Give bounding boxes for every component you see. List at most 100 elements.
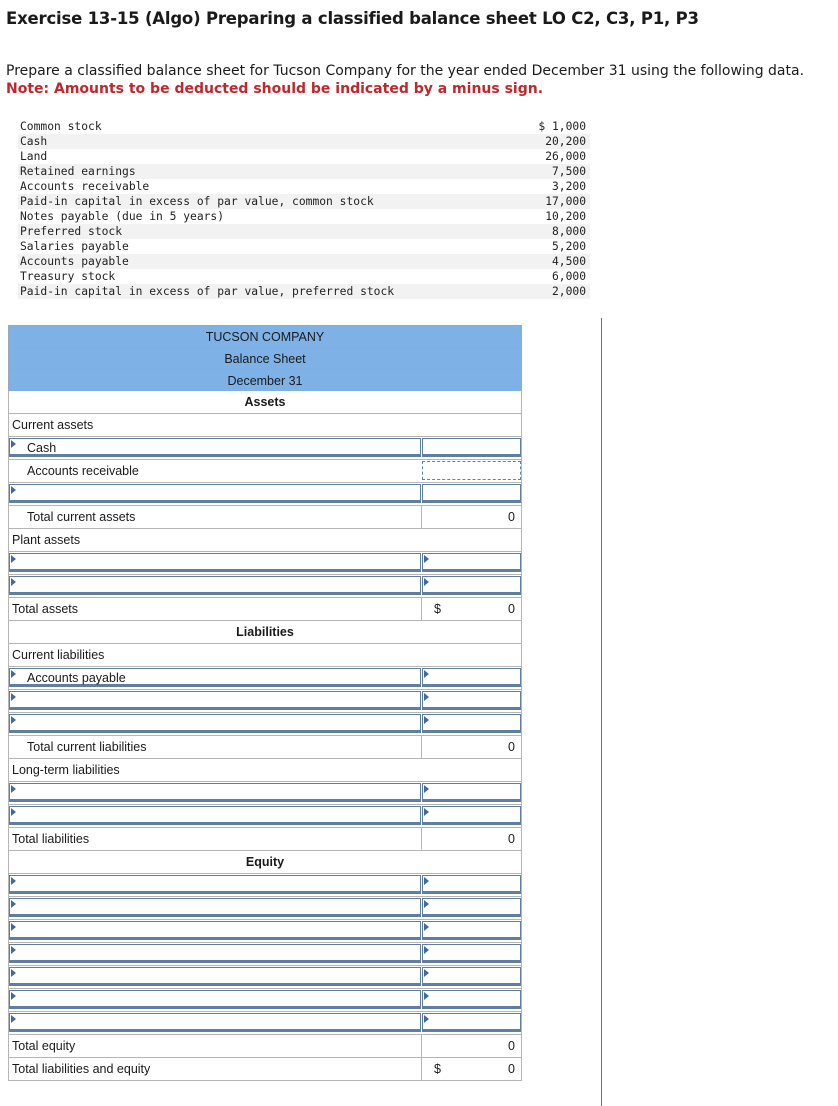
data-label: Land: [20, 150, 48, 163]
data-row: Accounts payable 4,500: [18, 254, 590, 269]
total-liabilities-equity-row: Total liabilities and equity $0: [8, 1058, 522, 1081]
current-liabilities-label: Current liabilities: [12, 648, 105, 662]
cash-row: Cash: [8, 437, 522, 460]
plant-asset-amount-input[interactable]: [422, 576, 521, 595]
cash-label-field[interactable]: [9, 438, 421, 457]
equity-account-select[interactable]: [9, 990, 421, 1009]
data-row: Land 26,000: [18, 149, 590, 164]
total-liabilities-row: Total liabilities 0: [8, 828, 522, 851]
equity-account-select[interactable]: [9, 875, 421, 894]
liability-entry-row: [8, 713, 522, 736]
plant-asset-amount-input[interactable]: [422, 553, 521, 572]
cash-label: Cash: [27, 441, 57, 455]
equity-account-select[interactable]: [9, 967, 421, 986]
total-assets-label: Total assets: [12, 602, 79, 616]
dropdown-indicator-icon: [11, 1015, 16, 1023]
data-row: Notes payable (due in 5 years) 10,200: [18, 209, 590, 224]
dropdown-indicator-icon: [11, 992, 16, 1000]
equity-account-select[interactable]: [9, 898, 421, 917]
data-label: Cash: [20, 135, 48, 148]
long-term-liabilities-row: Long-term liabilities: [8, 759, 522, 782]
plant-asset-account-select[interactable]: [9, 553, 421, 572]
plant-asset-entry-row: [8, 552, 522, 575]
equity-amount-input[interactable]: [422, 921, 521, 940]
equity-account-select[interactable]: [9, 921, 421, 940]
balance-sheet-form: TUCSON COMPANY Balance Sheet December 31…: [8, 325, 522, 1081]
equity-amount-input[interactable]: [422, 990, 521, 1009]
liability-amount-input[interactable]: [422, 714, 521, 733]
current-assets-label: Current assets: [12, 418, 94, 432]
currency-symbol: $: [434, 602, 441, 616]
asset-amount-input[interactable]: [422, 484, 521, 503]
dropdown-indicator-icon: [11, 969, 16, 977]
exercise-title: Exercise 13-15 (Algo) Preparing a classi…: [6, 9, 699, 28]
liability-account-select[interactable]: [9, 691, 421, 710]
dropdown-indicator-icon: [11, 808, 16, 816]
data-amount: 26,000: [545, 150, 586, 163]
dropdown-indicator-icon: [11, 716, 16, 724]
data-row: Retained earnings 7,500: [18, 164, 590, 179]
plant-asset-account-select[interactable]: [9, 576, 421, 595]
equity-amount-input[interactable]: [422, 1013, 521, 1032]
equity-account-select[interactable]: [9, 1013, 421, 1032]
data-amount: $ 1,000: [538, 120, 586, 133]
page-divider: [601, 318, 602, 1106]
dropdown-indicator-icon: [11, 785, 16, 793]
dropdown-indicator-icon: [424, 946, 429, 954]
equity-amount-input[interactable]: [422, 898, 521, 917]
long-term-entry-row: [8, 782, 522, 805]
accounts-receivable-amount-input[interactable]: [422, 461, 521, 480]
dropdown-indicator-icon: [424, 923, 429, 931]
equity-amount-input[interactable]: [422, 875, 521, 894]
data-row: Paid-in capital in excess of par value, …: [18, 284, 590, 299]
dropdown-indicator-icon: [424, 992, 429, 1000]
long-term-account-select[interactable]: [9, 783, 421, 802]
plant-asset-entry-row: [8, 575, 522, 598]
dropdown-indicator-icon: [11, 670, 16, 678]
instructions: Prepare a classified balance sheet for T…: [6, 62, 804, 98]
data-amount: 8,000: [551, 225, 586, 238]
equity-account-select[interactable]: [9, 944, 421, 963]
equity-entry-row: [8, 989, 522, 1012]
liability-account-select[interactable]: [9, 714, 421, 733]
dropdown-indicator-icon: [424, 969, 429, 977]
total-current-assets-row: Total current assets 0: [8, 506, 522, 529]
asset-account-select[interactable]: [9, 484, 421, 503]
data-label: Preferred stock: [20, 225, 123, 238]
currency-symbol: $: [434, 1062, 441, 1076]
data-row: Preferred stock 8,000: [18, 224, 590, 239]
total-assets-row: Total assets $0: [8, 598, 522, 621]
statement-date: December 31: [8, 369, 522, 391]
total-equity-value: 0: [508, 1039, 515, 1053]
long-term-account-select[interactable]: [9, 806, 421, 825]
equity-entry-row: [8, 943, 522, 966]
equity-amount-input[interactable]: [422, 967, 521, 986]
dropdown-indicator-icon: [11, 555, 16, 563]
accounts-payable-amount-input[interactable]: [422, 668, 521, 687]
total-current-assets-cell: 0: [421, 506, 521, 528]
assets-heading: Assets: [244, 395, 286, 409]
long-term-amount-input[interactable]: [422, 783, 521, 802]
dropdown-indicator-icon: [11, 923, 16, 931]
data-label: Notes payable (due in 5 years): [20, 210, 225, 223]
cash-amount-input[interactable]: [422, 438, 521, 457]
long-term-liabilities-label: Long-term liabilities: [12, 763, 120, 777]
dropdown-indicator-icon: [424, 693, 429, 701]
total-current-liabilities-label: Total current liabilities: [27, 740, 147, 754]
asset-entry-row: [8, 483, 522, 506]
dropdown-indicator-icon: [424, 900, 429, 908]
total-liabilities-equity-label: Total liabilities and equity: [12, 1062, 151, 1076]
equity-heading: Equity: [245, 855, 285, 869]
dropdown-indicator-icon: [424, 785, 429, 793]
total-liabilities-value: 0: [508, 832, 515, 846]
instruction-note: Note: Amounts to be deducted should be i…: [6, 81, 544, 97]
statement-name: Balance Sheet: [8, 347, 522, 369]
accounts-payable-row: Accounts payable: [8, 667, 522, 690]
data-amount: 20,200: [545, 135, 586, 148]
liabilities-heading: Liabilities: [236, 625, 294, 639]
equity-amount-input[interactable]: [422, 944, 521, 963]
liability-amount-input[interactable]: [422, 691, 521, 710]
dropdown-indicator-icon: [424, 578, 429, 586]
long-term-amount-input[interactable]: [422, 806, 521, 825]
equity-entry-row: [8, 920, 522, 943]
